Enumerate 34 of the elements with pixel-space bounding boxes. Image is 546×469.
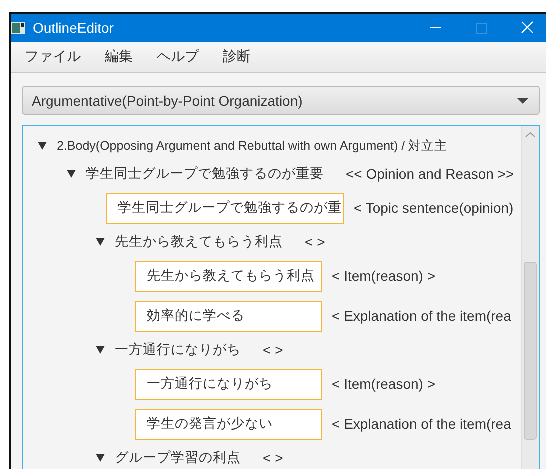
dropdown-arrow-icon (517, 98, 529, 104)
input-field[interactable]: 効率的に学べる (135, 300, 322, 332)
input-field[interactable]: 学生同士グループで勉強するのが重 (106, 192, 344, 224)
app-icon (11, 22, 25, 34)
field-hint: < Explanation of the item(rea (332, 308, 512, 324)
collapse-arrow-icon[interactable] (38, 142, 47, 150)
input-field[interactable]: 学生の発言が少ない (135, 408, 322, 440)
menu-item[interactable]: ヘルプ (153, 48, 213, 66)
section-tag: < > (263, 450, 284, 466)
field-hint: < Item(reason) > (332, 376, 436, 392)
template-dropdown[interactable]: Argumentative(Point-by-Point Organization) (22, 86, 540, 115)
window-title: OutlineEditor (33, 20, 115, 36)
section-tag: << Opinion and Reason >> (346, 166, 514, 182)
field-hint: < Explanation of the item(rea (332, 416, 512, 432)
menu-item[interactable]: 編集 (101, 48, 147, 66)
outline-heading[interactable]: 先生から教えてもらう利点 (115, 233, 283, 251)
menu-item[interactable]: 診断 (219, 48, 265, 66)
collapse-arrow-icon[interactable] (67, 170, 76, 178)
section-tag: < > (305, 234, 326, 250)
input-field[interactable]: 一方通行になりがち (135, 368, 322, 400)
scrollbar[interactable] (521, 126, 539, 469)
input-field[interactable]: 先生から教えてもらう利点 (135, 260, 322, 292)
collapse-arrow-icon[interactable] (96, 238, 105, 246)
menu-item[interactable]: ファイル (21, 48, 95, 66)
outline-heading[interactable]: 一方通行になりがち (115, 341, 241, 359)
outline-heading[interactable]: 学生同士グループで勉強するのが重要 (86, 165, 324, 183)
collapse-arrow-icon[interactable] (96, 454, 105, 462)
scroll-thumb[interactable] (524, 262, 537, 440)
section-tag: < > (263, 342, 284, 358)
collapse-arrow-icon[interactable] (96, 346, 105, 354)
field-hint: < Item(reason) > (332, 268, 436, 284)
field-hint: < Topic sentence(opinion) (354, 200, 514, 216)
outline-heading[interactable]: グループ学習の利点 (115, 449, 241, 467)
outline-heading[interactable]: 2.Body(Opposing Argument and Rebuttal with own Argument) / 対立主 (57, 138, 448, 154)
